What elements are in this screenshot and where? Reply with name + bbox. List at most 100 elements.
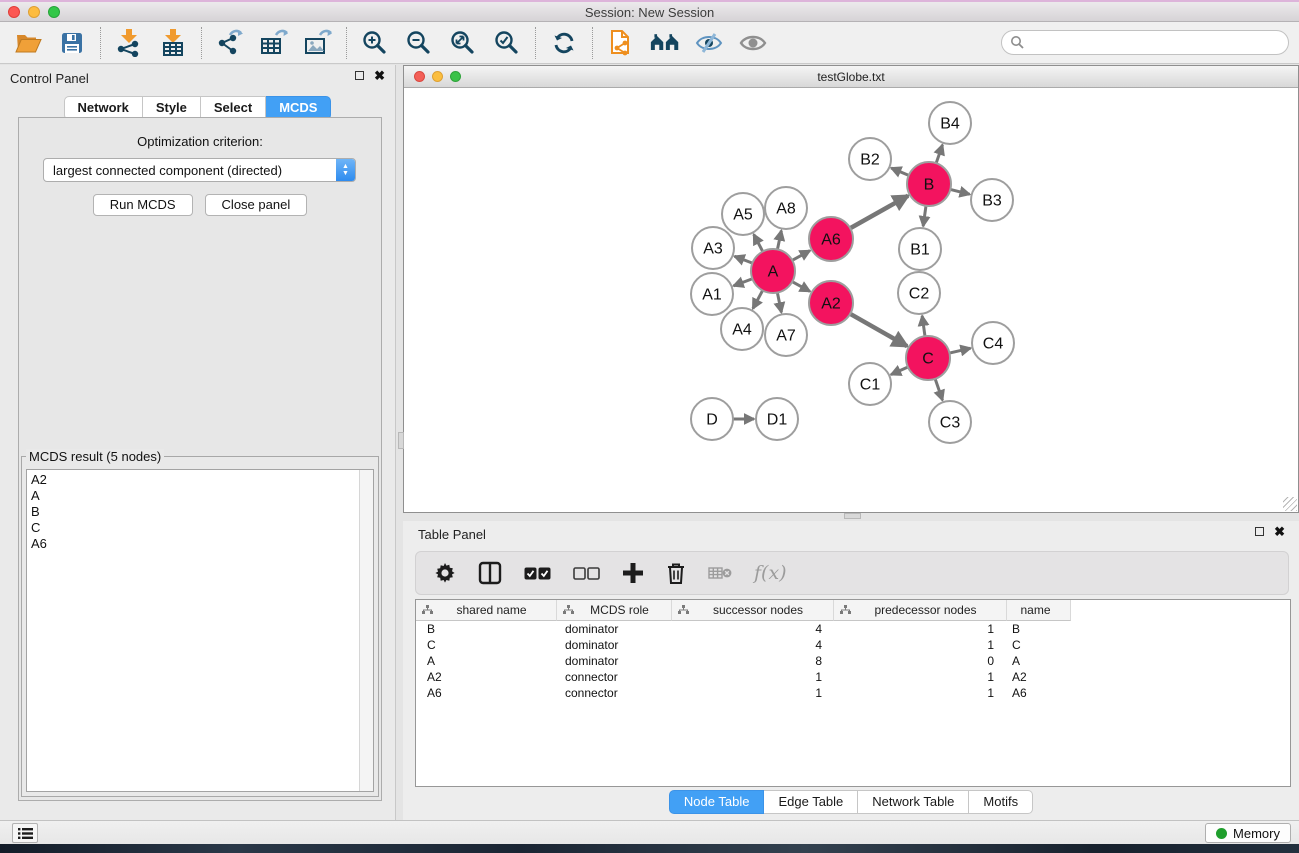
- node-D[interactable]: D: [691, 398, 733, 440]
- zoom-selected-icon[interactable]: [492, 28, 522, 58]
- node-A1[interactable]: A1: [691, 273, 733, 315]
- close-table-panel-icon[interactable]: ✖: [1274, 527, 1285, 536]
- column-header-name[interactable]: name: [1007, 600, 1071, 621]
- node-B[interactable]: B: [907, 162, 951, 206]
- table-cell: 1: [672, 669, 834, 685]
- table-panel: Table Panel ✖: [403, 521, 1299, 820]
- result-item[interactable]: A6: [31, 536, 373, 552]
- function-builder-icon[interactable]: f(x): [754, 562, 787, 584]
- optimization-criterion-label: Optimization criterion:: [19, 134, 381, 149]
- table-row[interactable]: A6connector11A6: [416, 685, 1290, 701]
- mcds-result-title: MCDS result (5 nodes): [26, 449, 164, 464]
- result-item[interactable]: B: [31, 504, 373, 520]
- node-A2[interactable]: A2: [809, 281, 853, 325]
- show-all-icon[interactable]: [738, 28, 768, 58]
- import-network-icon[interactable]: [114, 28, 144, 58]
- table-cell: B: [416, 621, 557, 637]
- node-A4[interactable]: A4: [721, 308, 763, 350]
- node-A8[interactable]: A8: [765, 187, 807, 229]
- export-network-icon[interactable]: [215, 28, 245, 58]
- zoom-fit-icon[interactable]: [448, 28, 478, 58]
- table-tab-network-table[interactable]: Network Table: [858, 790, 969, 814]
- refresh-icon[interactable]: [549, 28, 579, 58]
- open-session-icon[interactable]: [13, 28, 43, 58]
- memory-button[interactable]: Memory: [1205, 823, 1291, 843]
- node-B2[interactable]: B2: [849, 138, 891, 180]
- table-tab-motifs[interactable]: Motifs: [969, 790, 1033, 814]
- node-A[interactable]: A: [751, 249, 795, 293]
- column-manager-icon[interactable]: [478, 561, 502, 585]
- result-item[interactable]: C: [31, 520, 373, 536]
- splitter-handle-bottom[interactable]: [844, 513, 861, 519]
- node-B3[interactable]: B3: [971, 179, 1013, 221]
- node-B4[interactable]: B4: [929, 102, 971, 144]
- svg-text:A8: A8: [776, 201, 796, 218]
- svg-text:D1: D1: [767, 412, 788, 429]
- search-field-wrap: [1001, 30, 1289, 55]
- zoom-out-icon[interactable]: [404, 28, 434, 58]
- criterion-dropdown[interactable]: largest connected component (directed) ▲…: [43, 158, 356, 182]
- workspace: Control Panel ✖ NetworkStyleSelectMCDS O…: [0, 65, 1299, 820]
- float-panel-icon[interactable]: [355, 71, 364, 80]
- table-cell: 1: [672, 685, 834, 701]
- column-header-shared-name[interactable]: shared name: [416, 600, 557, 621]
- table-tab-node-table[interactable]: Node Table: [669, 790, 765, 814]
- table-row[interactable]: Cdominator41C: [416, 637, 1290, 653]
- import-table-icon[interactable]: [158, 28, 188, 58]
- network-canvas[interactable]: B4 B2 B B3 A8 A5 A6 A3 B1 A A1 C2 A2 A4A7 C4 C C1 D D1 C3: [405, 89, 1297, 511]
- table-row[interactable]: Bdominator41B: [416, 621, 1290, 637]
- node-C4[interactable]: C4: [972, 322, 1014, 364]
- add-column-icon[interactable]: [622, 562, 644, 584]
- node-A5[interactable]: A5: [722, 193, 764, 235]
- column-header-predecessor-nodes[interactable]: predecessor nodes: [834, 600, 1007, 621]
- export-table-icon[interactable]: [259, 28, 289, 58]
- settings-gear-icon[interactable]: [434, 562, 456, 584]
- node-C1[interactable]: C1: [849, 363, 891, 405]
- column-header-successor-nodes[interactable]: successor nodes: [672, 600, 834, 621]
- table-cell: 1: [834, 685, 1007, 701]
- mcds-result-list[interactable]: A2ABCA6: [26, 469, 374, 792]
- search-input[interactable]: [1001, 30, 1289, 55]
- result-item[interactable]: A: [31, 488, 373, 504]
- table-row[interactable]: Adominator80A: [416, 653, 1290, 669]
- first-neighbors-icon[interactable]: [650, 28, 680, 58]
- deselect-all-icon[interactable]: [573, 567, 600, 580]
- node-C2[interactable]: C2: [898, 272, 940, 314]
- close-panel-button[interactable]: Close panel: [205, 194, 308, 216]
- node-B1[interactable]: B1: [899, 228, 941, 270]
- resize-grip[interactable]: [1283, 497, 1297, 511]
- node-A6[interactable]: A6: [809, 217, 853, 261]
- table-toolbar: f(x): [415, 551, 1289, 595]
- table-cell: dominator: [557, 621, 672, 637]
- mcds-result-fieldset: MCDS result (5 nodes) A2ABCA6: [21, 456, 379, 797]
- network-window-titlebar[interactable]: testGlobe.txt: [404, 66, 1298, 88]
- zoom-in-icon[interactable]: [360, 28, 390, 58]
- close-panel-icon[interactable]: ✖: [374, 71, 385, 80]
- hide-selected-icon[interactable]: [694, 28, 724, 58]
- control-panel: Control Panel ✖ NetworkStyleSelectMCDS O…: [0, 65, 396, 820]
- node-A3[interactable]: A3: [692, 227, 734, 269]
- edge-A6-B: [850, 196, 908, 228]
- node-C[interactable]: C: [906, 336, 950, 380]
- task-history-button[interactable]: [12, 823, 38, 843]
- select-all-check-icon[interactable]: [524, 567, 551, 580]
- node-A7[interactable]: A7: [765, 314, 807, 356]
- save-session-icon[interactable]: [57, 28, 87, 58]
- node-D1[interactable]: D1: [756, 398, 798, 440]
- node-C3[interactable]: C3: [929, 401, 971, 443]
- delete-table-icon[interactable]: [708, 565, 732, 581]
- export-image-icon[interactable]: [303, 28, 333, 58]
- result-scrollbar[interactable]: [359, 470, 373, 791]
- column-header-MCDS-role[interactable]: MCDS role: [557, 600, 672, 621]
- result-item[interactable]: A2: [31, 472, 373, 488]
- run-mcds-button[interactable]: Run MCDS: [93, 194, 193, 216]
- node-table[interactable]: shared nameMCDS rolesuccessor nodesprede…: [415, 599, 1291, 787]
- table-tab-edge-table[interactable]: Edge Table: [764, 790, 858, 814]
- table-cell: 1: [834, 669, 1007, 685]
- float-table-panel-icon[interactable]: [1255, 527, 1264, 536]
- splitter-handle-left[interactable]: [398, 432, 404, 449]
- new-network-from-file-icon[interactable]: [606, 28, 636, 58]
- svg-text:C3: C3: [940, 415, 961, 432]
- table-row[interactable]: A2connector11A2: [416, 669, 1290, 685]
- delete-column-icon[interactable]: [666, 562, 686, 585]
